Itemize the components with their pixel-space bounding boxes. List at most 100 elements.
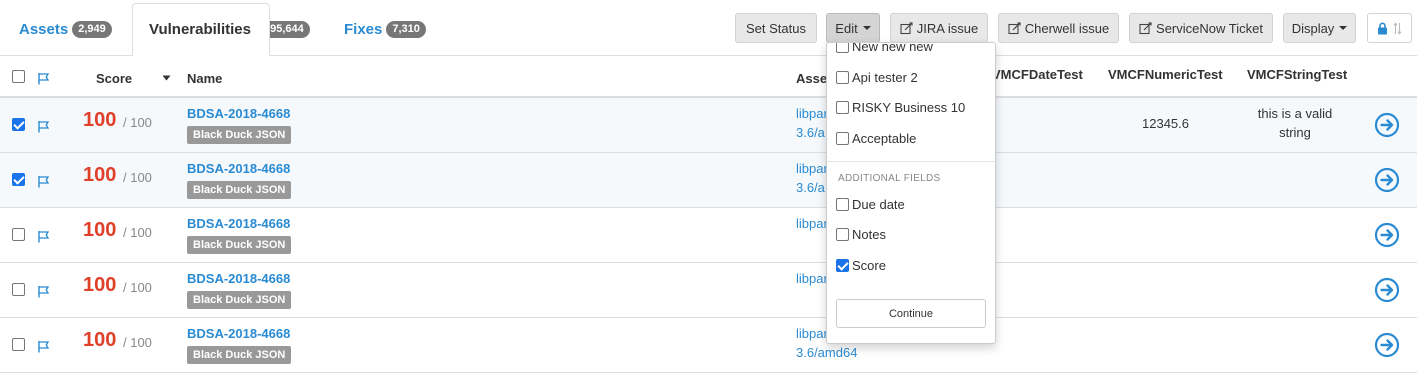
status-option-label: New new new bbox=[852, 42, 933, 54]
asset-link-line2[interactable]: 3.6/amd64 bbox=[796, 343, 857, 362]
field-option-score[interactable]: Score bbox=[836, 258, 886, 273]
flag-icon[interactable] bbox=[37, 72, 50, 85]
column-header-name[interactable]: Name bbox=[187, 71, 222, 86]
vmcf-string-value-line2: string bbox=[1279, 125, 1311, 140]
chevron-down-icon bbox=[1339, 26, 1348, 30]
vulnerability-name-link[interactable]: BDSA-2018-4668 bbox=[187, 326, 290, 341]
arrow-circle-right-icon[interactable] bbox=[1374, 167, 1400, 193]
vulnerability-name-link[interactable]: BDSA-2018-4668 bbox=[187, 161, 290, 176]
vmcf-numeric-value: 12345.6 bbox=[1142, 116, 1189, 131]
field-option-label: Score bbox=[852, 258, 886, 273]
arrow-circle-right-icon[interactable] bbox=[1374, 277, 1400, 303]
score-max: / 100 bbox=[123, 335, 152, 350]
score-value: 100 bbox=[83, 274, 117, 296]
jira-issue-button[interactable]: JIRA issue bbox=[890, 13, 988, 43]
edit-dropdown-menu: New new new Api tester 2 RISKY Business … bbox=[826, 42, 996, 344]
column-header-asset[interactable]: Asse bbox=[796, 71, 827, 86]
flag-icon[interactable] bbox=[37, 120, 50, 133]
table-row[interactable]: 100 / 100 BDSA-2018-4668 Black Duck JSON lib… bbox=[0, 153, 1417, 208]
row-checkbox[interactable] bbox=[12, 173, 25, 186]
field-option-label: Due date bbox=[852, 197, 905, 212]
status-option-risky-business-10[interactable]: RISKY Business 10 bbox=[836, 100, 965, 115]
flag-icon[interactable] bbox=[37, 175, 50, 188]
edit-dropdown-button[interactable]: Edit bbox=[826, 13, 880, 43]
asset-link[interactable]: libpar bbox=[796, 214, 828, 233]
asset-link[interactable]: libpar bbox=[796, 324, 828, 343]
column-header-vmcf-date-test[interactable]: VMCFDateTest bbox=[992, 67, 1083, 82]
continue-button[interactable]: Continue bbox=[836, 299, 986, 328]
score-value: 100 bbox=[83, 219, 117, 241]
set-status-button[interactable]: Set Status bbox=[735, 13, 817, 43]
flag-icon[interactable] bbox=[37, 230, 50, 243]
table-row[interactable]: 100 / 100 BDSA-2018-4668 Black Duck JSON lib… bbox=[0, 208, 1417, 263]
row-checkbox[interactable] bbox=[12, 118, 25, 131]
flag-icon[interactable] bbox=[37, 285, 50, 298]
asset-link[interactable]: libpar bbox=[796, 269, 828, 288]
external-edit-icon bbox=[1008, 21, 1021, 35]
field-option-checkbox[interactable] bbox=[836, 259, 849, 272]
sort-arrows-icon bbox=[1393, 21, 1402, 35]
tab-fixes[interactable]: Fixes 7,310 bbox=[344, 3, 426, 56]
arrow-circle-right-icon[interactable] bbox=[1374, 222, 1400, 248]
status-option-new-new-new[interactable]: New new new bbox=[836, 42, 933, 54]
row-checkbox[interactable] bbox=[12, 338, 25, 351]
row-checkbox[interactable] bbox=[12, 283, 25, 296]
display-label: Display bbox=[1291, 20, 1335, 36]
table-row[interactable]: 100 / 100 BDSA-2018-4668 Black Duck JSON lib… bbox=[0, 98, 1417, 153]
column-header-score[interactable]: Score bbox=[96, 71, 132, 86]
row-checkbox[interactable] bbox=[12, 228, 25, 241]
flag-icon[interactable] bbox=[37, 340, 50, 353]
asset-link[interactable]: libpar bbox=[796, 104, 828, 123]
cherwell-issue-button[interactable]: Cherwell issue bbox=[998, 13, 1119, 43]
tab-assets-label: Assets bbox=[19, 21, 69, 38]
set-status-label: Set Status bbox=[746, 20, 806, 36]
sort-caret-icon[interactable] bbox=[162, 75, 171, 81]
status-option-checkbox[interactable] bbox=[836, 132, 849, 145]
menu-divider bbox=[827, 161, 995, 162]
status-option-label: Acceptable bbox=[852, 131, 917, 146]
field-option-notes[interactable]: Notes bbox=[836, 227, 886, 242]
score-max: / 100 bbox=[123, 225, 152, 240]
status-option-label: Api tester 2 bbox=[852, 70, 918, 85]
column-header-vmcf-numeric-test[interactable]: VMCFNumericTest bbox=[1108, 67, 1223, 82]
column-header-vmcf-string-test[interactable]: VMCFStringTest bbox=[1247, 67, 1347, 82]
select-all-checkbox[interactable] bbox=[12, 70, 25, 83]
status-option-api-tester-2[interactable]: Api tester 2 bbox=[836, 70, 918, 85]
status-option-label: RISKY Business 10 bbox=[852, 100, 966, 115]
display-dropdown-button[interactable]: Display bbox=[1283, 13, 1356, 43]
tab-fixes-count: 7,310 bbox=[386, 21, 426, 38]
vulnerability-name-link[interactable]: BDSA-2018-4668 bbox=[187, 106, 290, 121]
field-option-checkbox[interactable] bbox=[836, 198, 849, 211]
vulnerability-name-link[interactable]: BDSA-2018-4668 bbox=[187, 271, 290, 286]
table-row[interactable]: 100 / 100 BDSA-2018-4668 Black Duck JSON lib… bbox=[0, 318, 1417, 373]
tab-assets-count: 2,949 bbox=[72, 21, 112, 38]
vulnerability-name-link[interactable]: BDSA-2018-4668 bbox=[187, 216, 290, 231]
asset-link-line2[interactable]: 3.6/a bbox=[796, 123, 825, 142]
score-value: 100 bbox=[83, 329, 117, 351]
field-option-checkbox[interactable] bbox=[836, 228, 849, 241]
asset-link-line2[interactable]: 3.6/a bbox=[796, 178, 825, 197]
cherwell-issue-label: Cherwell issue bbox=[1024, 20, 1110, 36]
source-badge: Black Duck JSON bbox=[187, 236, 292, 254]
field-option-due-date[interactable]: Due date bbox=[836, 197, 905, 212]
status-option-acceptable[interactable]: Acceptable bbox=[836, 131, 916, 146]
servicenow-ticket-label: ServiceNow Ticket bbox=[1156, 20, 1263, 36]
jira-issue-label: JIRA issue bbox=[916, 20, 979, 36]
status-option-checkbox[interactable] bbox=[836, 43, 849, 53]
servicenow-ticket-button[interactable]: ServiceNow Ticket bbox=[1129, 13, 1273, 43]
lock-icon bbox=[1377, 22, 1388, 35]
score-value: 100 bbox=[83, 164, 117, 186]
external-edit-icon bbox=[900, 21, 913, 35]
lock-sort-button[interactable] bbox=[1367, 13, 1412, 43]
status-option-checkbox[interactable] bbox=[836, 101, 849, 114]
tab-assets[interactable]: Assets 2,949 bbox=[19, 3, 112, 56]
arrow-circle-right-icon[interactable] bbox=[1374, 332, 1400, 358]
score-max: / 100 bbox=[123, 280, 152, 295]
asset-link[interactable]: libpar bbox=[796, 159, 828, 178]
table-row[interactable]: 100 / 100 BDSA-2018-4668 Black Duck JSON lib… bbox=[0, 263, 1417, 318]
score-max: / 100 bbox=[123, 115, 152, 130]
score-max: / 100 bbox=[123, 170, 152, 185]
status-option-checkbox[interactable] bbox=[836, 71, 849, 84]
arrow-circle-right-icon[interactable] bbox=[1374, 112, 1400, 138]
tab-vulnerabilities[interactable]: Vulnerabilities bbox=[132, 3, 270, 56]
